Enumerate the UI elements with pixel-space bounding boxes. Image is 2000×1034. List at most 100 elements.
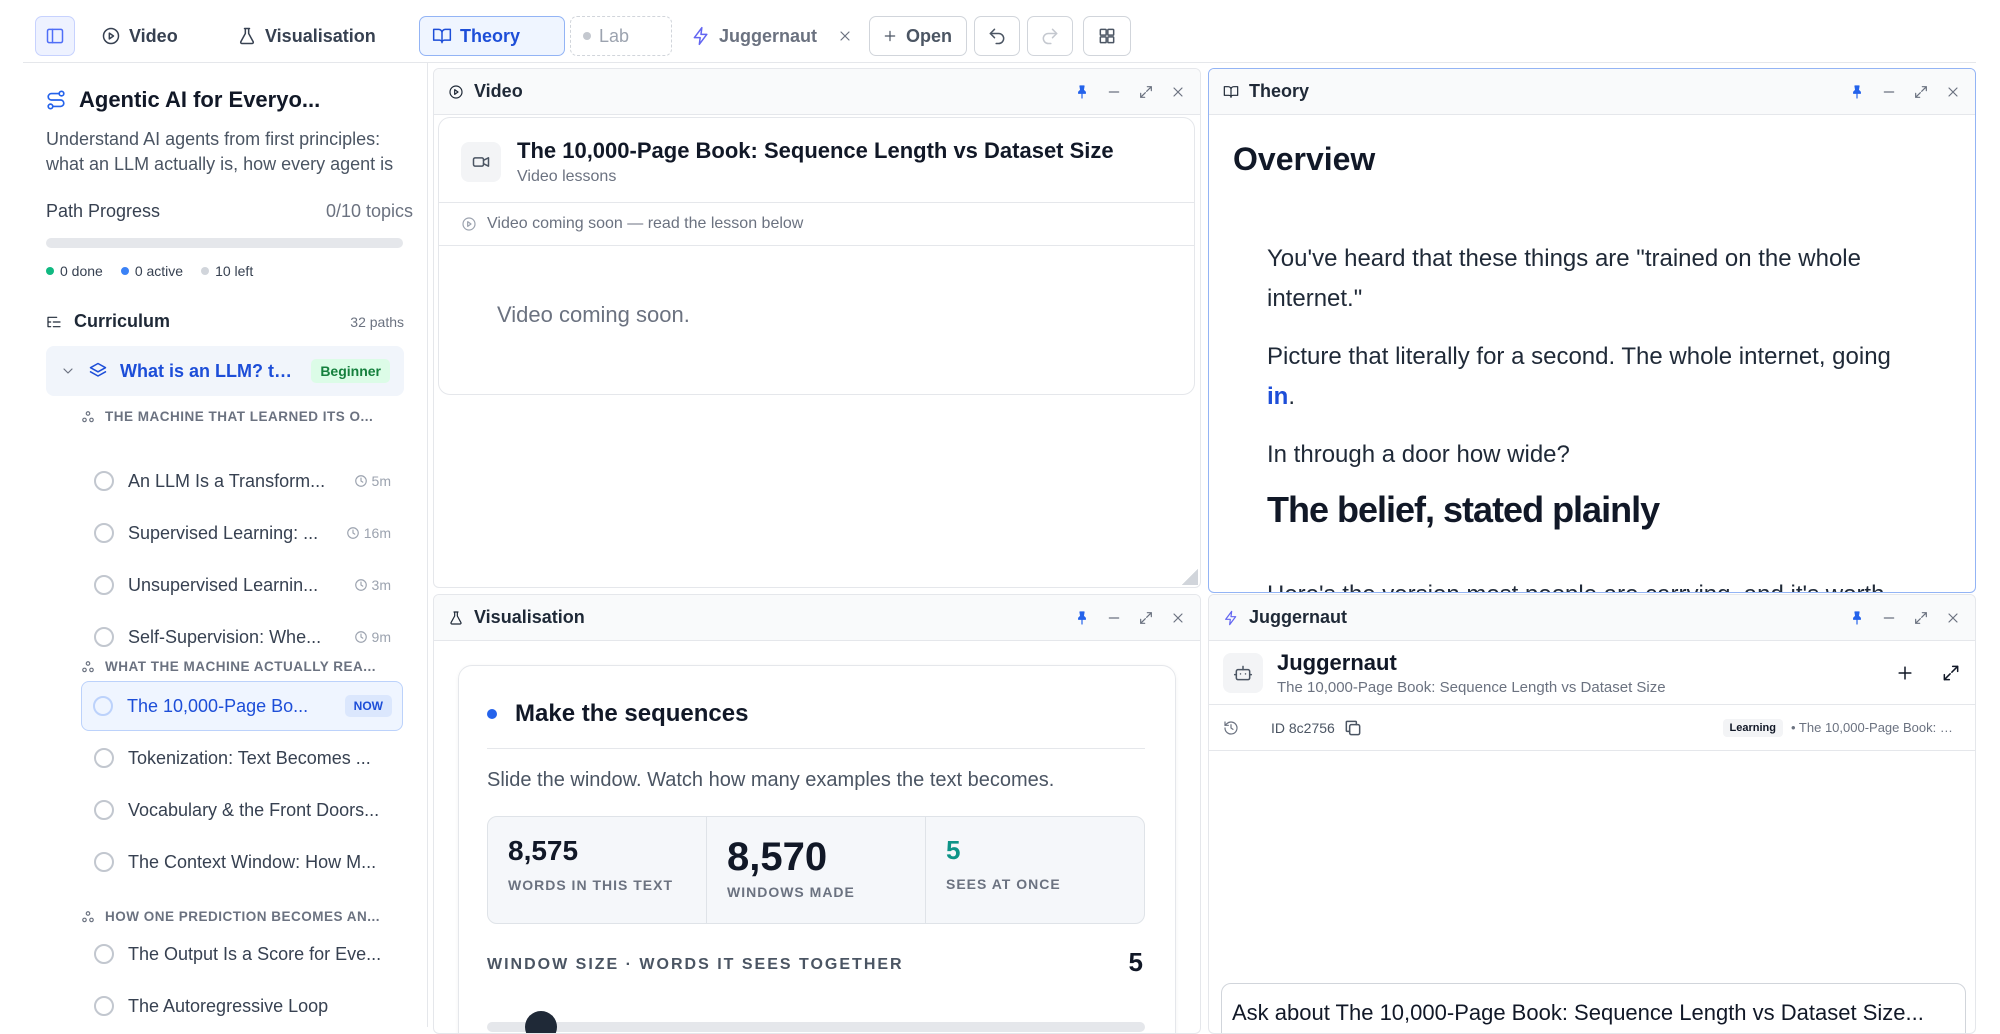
- lesson-item[interactable]: Vocabulary & the Front Doors...: [83, 786, 401, 834]
- lesson-status-circle: [94, 575, 114, 595]
- theory-pane-title: Theory: [1249, 81, 1310, 101]
- lesson-item-current[interactable]: The 10,000-Page Bo... NOW: [81, 681, 403, 731]
- visualisation-pane-header: Visualisation: [434, 595, 1200, 641]
- close-icon[interactable]: [1170, 84, 1186, 100]
- done-dot: [46, 267, 54, 275]
- top-toolbar: Video Visualisation Theory Lab Juggernau…: [23, 0, 1976, 63]
- clock-icon: [346, 527, 359, 539]
- theory-paragraph: You've heard that these things are "trai…: [1267, 245, 1861, 312]
- minimize-icon[interactable]: [1106, 84, 1122, 100]
- lesson-item[interactable]: The Context Window: How M...: [83, 838, 401, 886]
- lesson-status-circle: [94, 471, 114, 491]
- lesson-item[interactable]: The Output Is a Score for Eve...: [83, 930, 401, 978]
- divider: [487, 748, 1145, 749]
- window-size-label: WINDOW SIZE · WORDS IT SEES TOGETHER: [487, 956, 904, 973]
- path-description: Understand AI agents from first principl…: [46, 129, 394, 174]
- module-item[interactable]: What is an LLM? th... Beginner: [46, 346, 404, 396]
- tab-juggernaut[interactable]: Juggernaut: [679, 16, 865, 56]
- tab-theory-label: Theory: [460, 25, 521, 46]
- tab-lab-label: Lab: [599, 25, 630, 46]
- minimize-icon[interactable]: [1106, 610, 1122, 626]
- video-note: Video coming soon — read the lesson belo…: [439, 203, 1194, 246]
- lesson-item[interactable]: The Autoregressive Loop: [83, 982, 401, 1027]
- close-icon[interactable]: [1170, 610, 1186, 626]
- resize-handle[interactable]: [1180, 567, 1198, 585]
- sidebar-toggle-button[interactable]: [35, 16, 75, 56]
- grid-icon: [1099, 28, 1115, 44]
- video-lesson-title: The 10,000-Page Book: Sequence Length vs…: [517, 138, 1114, 163]
- flask-icon: [239, 27, 255, 45]
- open-button[interactable]: Open: [869, 16, 967, 56]
- progress-bar: [46, 238, 403, 248]
- lesson-item[interactable]: Unsupervised Learnin... 3m: [83, 561, 401, 609]
- lab-status-dot: [583, 32, 591, 40]
- lesson-status-circle: [94, 944, 114, 964]
- close-icon[interactable]: [1945, 610, 1961, 626]
- clock-icon: [354, 579, 367, 591]
- theory-paragraph: Picture that literally for a second. The…: [1267, 343, 1891, 410]
- progress-legend: 0 done 0 active 10 left: [46, 263, 253, 279]
- tab-theory[interactable]: Theory: [419, 16, 565, 56]
- route-icon: [47, 90, 65, 110]
- pin-icon[interactable]: [1074, 610, 1090, 626]
- workflow-icon: [82, 660, 94, 672]
- maximize-icon[interactable]: [1138, 84, 1154, 100]
- path-title: Agentic AI for Everyo...: [45, 87, 320, 113]
- close-icon[interactable]: [1945, 84, 1961, 100]
- theory-subheading: The belief, stated plainly: [1267, 489, 1660, 530]
- list-tree-icon: [47, 316, 61, 327]
- tab-lab[interactable]: Lab: [570, 16, 672, 56]
- maximize-icon[interactable]: [1913, 610, 1929, 626]
- undo-icon: [989, 28, 1005, 45]
- play-circle-icon: [462, 217, 476, 231]
- copy-icon[interactable]: [1343, 718, 1363, 738]
- pin-icon[interactable]: [1074, 84, 1090, 100]
- history-icon[interactable]: [1223, 720, 1239, 736]
- redo-button[interactable]: [1027, 16, 1073, 56]
- play-circle-icon: [449, 84, 463, 99]
- window-size-slider[interactable]: [487, 1011, 1145, 1033]
- lesson-status-circle: [94, 523, 114, 543]
- visualisation-pane: Visualisation Make the sequences Slide t…: [433, 594, 1201, 1034]
- progress-label: Path Progress: [46, 201, 161, 221]
- lesson-item[interactable]: Self-Supervision: Whe... 9m: [83, 613, 401, 661]
- assistant-name: Juggernaut: [1277, 649, 1397, 675]
- video-toggle-button[interactable]: Video: [95, 16, 184, 56]
- close-tab-icon[interactable]: [837, 28, 853, 44]
- lesson-item[interactable]: Tokenization: Text Becomes ...: [83, 734, 401, 782]
- pin-icon[interactable]: [1849, 610, 1865, 626]
- maximize-icon[interactable]: [1913, 84, 1929, 100]
- maximize-icon[interactable]: [1138, 610, 1154, 626]
- visualisation-toggle-button[interactable]: Visualisation: [231, 16, 382, 56]
- book-open-icon: [1223, 85, 1239, 98]
- stat-windows: 8,570 WINDOWS MADE: [707, 817, 926, 923]
- minimize-icon[interactable]: [1881, 84, 1897, 100]
- new-chat-plus-icon[interactable]: [1895, 663, 1915, 683]
- lesson-item[interactable]: An LLM Is a Transform... 5m: [83, 457, 401, 505]
- lesson-status-circle: [94, 627, 114, 647]
- expand-icon[interactable]: [1941, 663, 1961, 683]
- lesson-status-circle: [94, 996, 114, 1016]
- module-title: What is an LLM? th...: [120, 360, 296, 381]
- session-id: ID 8c2756: [1271, 718, 1363, 738]
- video-card: The 10,000-Page Book: Sequence Length vs…: [438, 117, 1195, 395]
- section-header: HOW ONE PREDICTION BECOMES AN...: [81, 909, 401, 924]
- curriculum-label: Curriculum: [74, 311, 171, 331]
- lesson-item[interactable]: Supervised Learning: ... 16m: [83, 509, 401, 557]
- left-dot: [201, 267, 210, 275]
- bullet-dot: [487, 709, 497, 719]
- undo-button[interactable]: [974, 16, 1020, 56]
- minimize-icon[interactable]: [1881, 610, 1897, 626]
- sidebar-toggle-icon: [46, 28, 64, 44]
- stats-panel: 8,575 WORDS IN THIS TEXT 8,570 WINDOWS MAD…: [487, 816, 1145, 924]
- ask-input[interactable]: Ask about The 10,000-Page Book: Sequence…: [1221, 983, 1966, 1033]
- visualisation-description: Slide the window. Watch how many example…: [487, 769, 1055, 791]
- layout-grid-button[interactable]: [1083, 16, 1131, 56]
- assistant-subtitle: The 10,000-Page Book: Sequence Length vs…: [1277, 678, 1666, 696]
- slider-handle[interactable]: [524, 1011, 557, 1033]
- visualisation-card-title: Make the sequences: [487, 700, 748, 728]
- zap-icon: [1225, 610, 1237, 625]
- path-title-text: Agentic AI for Everyo...: [79, 87, 321, 112]
- pin-icon[interactable]: [1849, 84, 1865, 100]
- layers-icon: [89, 362, 107, 377]
